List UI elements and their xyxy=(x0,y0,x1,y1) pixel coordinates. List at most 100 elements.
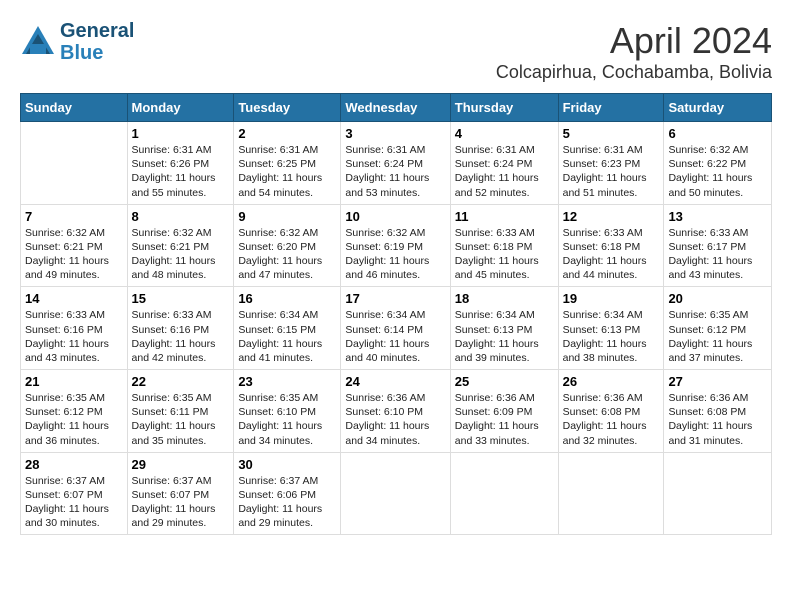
day-info: Sunrise: 6:33 AMSunset: 6:18 PMDaylight:… xyxy=(563,226,660,283)
day-info: Sunrise: 6:36 AMSunset: 6:08 PMDaylight:… xyxy=(668,391,767,448)
day-info: Sunrise: 6:34 AMSunset: 6:13 PMDaylight:… xyxy=(563,308,660,365)
logo-text-blue: Blue xyxy=(60,42,134,64)
day-info: Sunrise: 6:33 AMSunset: 6:18 PMDaylight:… xyxy=(455,226,554,283)
day-number: 26 xyxy=(563,374,660,389)
day-cell xyxy=(341,452,450,535)
logo-text-general: General xyxy=(60,20,134,42)
day-number: 28 xyxy=(25,457,123,472)
column-header-friday: Friday xyxy=(558,94,664,122)
day-cell: 25 Sunrise: 6:36 AMSunset: 6:09 PMDayligh… xyxy=(450,370,558,453)
day-number: 15 xyxy=(132,291,230,306)
day-info: Sunrise: 6:32 AMSunset: 6:21 PMDaylight:… xyxy=(25,226,123,283)
day-info: Sunrise: 6:32 AMSunset: 6:19 PMDaylight:… xyxy=(345,226,445,283)
day-cell: 18 Sunrise: 6:34 AMSunset: 6:13 PMDayligh… xyxy=(450,287,558,370)
calendar-table: SundayMondayTuesdayWednesdayThursdayFrid… xyxy=(20,93,772,535)
day-cell: 24 Sunrise: 6:36 AMSunset: 6:10 PMDayligh… xyxy=(341,370,450,453)
day-info: Sunrise: 6:36 AMSunset: 6:09 PMDaylight:… xyxy=(455,391,554,448)
day-cell: 9Sunrise: 6:32 AMSunset: 6:20 PMDaylight… xyxy=(234,204,341,287)
week-row-1: 1Sunrise: 6:31 AMSunset: 6:26 PMDaylight… xyxy=(21,122,772,205)
logo-icon xyxy=(20,24,56,60)
day-number: 3 xyxy=(345,126,445,141)
location-subtitle: Colcapirhua, Cochabamba, Bolivia xyxy=(496,62,772,83)
day-cell: 5Sunrise: 6:31 AMSunset: 6:23 PMDaylight… xyxy=(558,122,664,205)
day-cell xyxy=(21,122,128,205)
day-cell: 10Sunrise: 6:32 AMSunset: 6:19 PMDayligh… xyxy=(341,204,450,287)
day-info: Sunrise: 6:35 AMSunset: 6:11 PMDaylight:… xyxy=(132,391,230,448)
month-title: April 2024 xyxy=(496,20,772,62)
day-cell: 14 Sunrise: 6:33 AMSunset: 6:16 PMDayligh… xyxy=(21,287,128,370)
day-number: 19 xyxy=(563,291,660,306)
day-info: Sunrise: 6:31 AMSunset: 6:23 PMDaylight:… xyxy=(563,143,660,200)
day-number: 22 xyxy=(132,374,230,389)
day-number: 13 xyxy=(668,209,767,224)
day-info: Sunrise: 6:31 AMSunset: 6:24 PMDaylight:… xyxy=(455,143,554,200)
column-header-tuesday: Tuesday xyxy=(234,94,341,122)
day-cell: 17 Sunrise: 6:34 AMSunset: 6:14 PMDayligh… xyxy=(341,287,450,370)
day-number: 16 xyxy=(238,291,336,306)
day-number: 25 xyxy=(455,374,554,389)
day-info: Sunrise: 6:37 AMSunset: 6:07 PMDaylight:… xyxy=(25,474,123,531)
day-cell: 28 Sunrise: 6:37 AMSunset: 6:07 PMDayligh… xyxy=(21,452,128,535)
day-info: Sunrise: 6:35 AMSunset: 6:10 PMDaylight:… xyxy=(238,391,336,448)
day-number: 23 xyxy=(238,374,336,389)
day-cell: 20 Sunrise: 6:35 AMSunset: 6:12 PMDayligh… xyxy=(664,287,772,370)
day-cell xyxy=(664,452,772,535)
calendar-header-row: SundayMondayTuesdayWednesdayThursdayFrid… xyxy=(21,94,772,122)
day-info: Sunrise: 6:37 AMSunset: 6:06 PMDaylight:… xyxy=(238,474,336,531)
day-cell: 22 Sunrise: 6:35 AMSunset: 6:11 PMDayligh… xyxy=(127,370,234,453)
day-number: 14 xyxy=(25,291,123,306)
day-cell: 26 Sunrise: 6:36 AMSunset: 6:08 PMDayligh… xyxy=(558,370,664,453)
day-info: Sunrise: 6:35 AMSunset: 6:12 PMDaylight:… xyxy=(668,308,767,365)
day-info: Sunrise: 6:34 AMSunset: 6:13 PMDaylight:… xyxy=(455,308,554,365)
day-cell: 29 Sunrise: 6:37 AMSunset: 6:07 PMDayligh… xyxy=(127,452,234,535)
day-cell: 19 Sunrise: 6:34 AMSunset: 6:13 PMDayligh… xyxy=(558,287,664,370)
title-block: April 2024 Colcapirhua, Cochabamba, Boli… xyxy=(496,20,772,83)
column-header-thursday: Thursday xyxy=(450,94,558,122)
day-number: 2 xyxy=(238,126,336,141)
page-header: General Blue April 2024 Colcapirhua, Coc… xyxy=(20,20,772,83)
day-number: 7 xyxy=(25,209,123,224)
day-cell: 12 Sunrise: 6:33 AMSunset: 6:18 PMDayligh… xyxy=(558,204,664,287)
day-cell: 2 Sunrise: 6:31 AMSunset: 6:25 PMDaylight… xyxy=(234,122,341,205)
day-cell: 4 Sunrise: 6:31 AMSunset: 6:24 PMDaylight… xyxy=(450,122,558,205)
day-number: 17 xyxy=(345,291,445,306)
day-number: 27 xyxy=(668,374,767,389)
week-row-2: 7 Sunrise: 6:32 AMSunset: 6:21 PMDaylight… xyxy=(21,204,772,287)
day-info: Sunrise: 6:34 AMSunset: 6:15 PMDaylight:… xyxy=(238,308,336,365)
day-cell: 30Sunrise: 6:37 AMSunset: 6:06 PMDayligh… xyxy=(234,452,341,535)
day-number: 12 xyxy=(563,209,660,224)
day-cell: 13 Sunrise: 6:33 AMSunset: 6:17 PMDayligh… xyxy=(664,204,772,287)
day-info: Sunrise: 6:36 AMSunset: 6:08 PMDaylight:… xyxy=(563,391,660,448)
week-row-3: 14 Sunrise: 6:33 AMSunset: 6:16 PMDayligh… xyxy=(21,287,772,370)
column-header-monday: Monday xyxy=(127,94,234,122)
day-cell: 6Sunrise: 6:32 AMSunset: 6:22 PMDaylight… xyxy=(664,122,772,205)
day-number: 8 xyxy=(132,209,230,224)
day-cell: 16 Sunrise: 6:34 AMSunset: 6:15 PMDayligh… xyxy=(234,287,341,370)
day-info: Sunrise: 6:33 AMSunset: 6:17 PMDaylight:… xyxy=(668,226,767,283)
day-info: Sunrise: 6:36 AMSunset: 6:10 PMDaylight:… xyxy=(345,391,445,448)
day-number: 20 xyxy=(668,291,767,306)
day-info: Sunrise: 6:32 AMSunset: 6:21 PMDaylight:… xyxy=(132,226,230,283)
week-row-5: 28 Sunrise: 6:37 AMSunset: 6:07 PMDayligh… xyxy=(21,452,772,535)
day-info: Sunrise: 6:31 AMSunset: 6:24 PMDaylight:… xyxy=(345,143,445,200)
column-header-saturday: Saturday xyxy=(664,94,772,122)
day-info: Sunrise: 6:33 AMSunset: 6:16 PMDaylight:… xyxy=(132,308,230,365)
day-info: Sunrise: 6:34 AMSunset: 6:14 PMDaylight:… xyxy=(345,308,445,365)
day-number: 29 xyxy=(132,457,230,472)
day-info: Sunrise: 6:32 AMSunset: 6:20 PMDaylight:… xyxy=(238,226,336,283)
day-number: 18 xyxy=(455,291,554,306)
day-number: 24 xyxy=(345,374,445,389)
day-info: Sunrise: 6:31 AMSunset: 6:25 PMDaylight:… xyxy=(238,143,336,200)
day-cell: 8 Sunrise: 6:32 AMSunset: 6:21 PMDaylight… xyxy=(127,204,234,287)
day-info: Sunrise: 6:37 AMSunset: 6:07 PMDaylight:… xyxy=(132,474,230,531)
day-number: 4 xyxy=(455,126,554,141)
day-cell xyxy=(450,452,558,535)
day-info: Sunrise: 6:33 AMSunset: 6:16 PMDaylight:… xyxy=(25,308,123,365)
day-cell: 15 Sunrise: 6:33 AMSunset: 6:16 PMDayligh… xyxy=(127,287,234,370)
day-info: Sunrise: 6:32 AMSunset: 6:22 PMDaylight:… xyxy=(668,143,767,200)
day-cell: 7 Sunrise: 6:32 AMSunset: 6:21 PMDaylight… xyxy=(21,204,128,287)
day-cell: 3 Sunrise: 6:31 AMSunset: 6:24 PMDaylight… xyxy=(341,122,450,205)
day-cell: 23 Sunrise: 6:35 AMSunset: 6:10 PMDayligh… xyxy=(234,370,341,453)
column-header-wednesday: Wednesday xyxy=(341,94,450,122)
column-header-sunday: Sunday xyxy=(21,94,128,122)
